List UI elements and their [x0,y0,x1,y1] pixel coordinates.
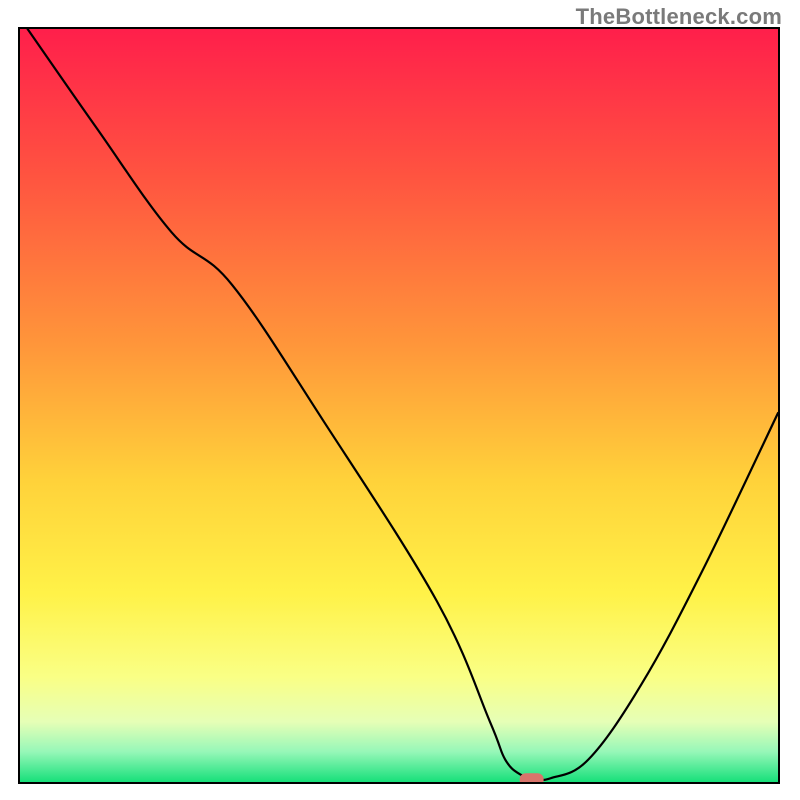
minimum-marker [520,773,544,782]
chart-frame [18,27,780,784]
chart-svg [20,29,778,782]
background-rect [20,29,778,782]
